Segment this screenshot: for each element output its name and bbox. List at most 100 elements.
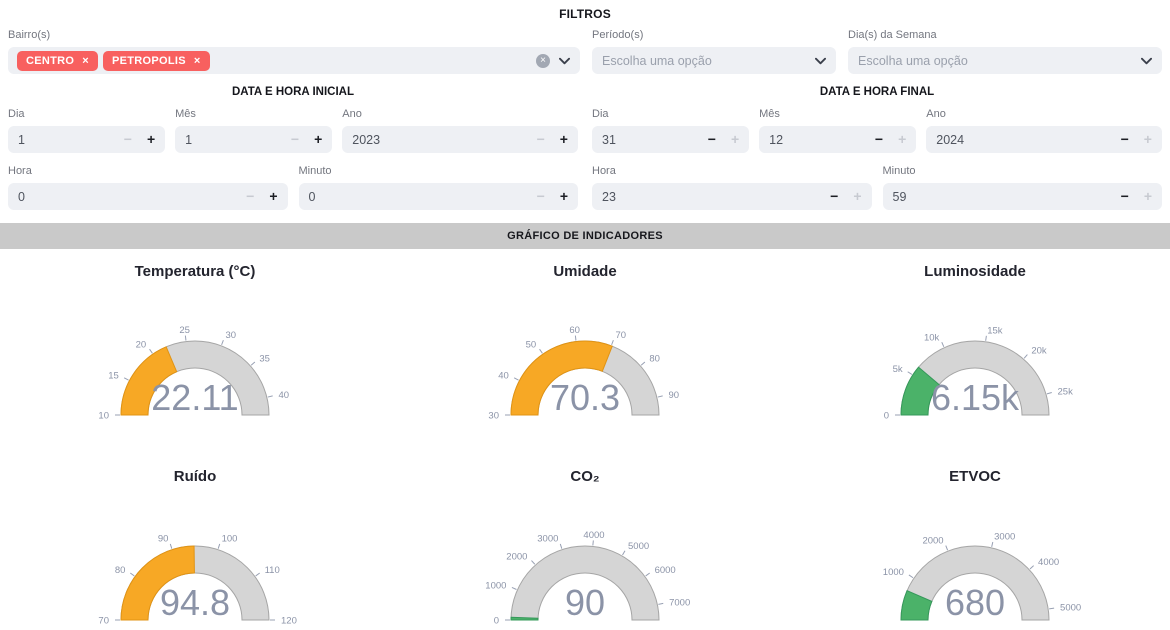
periodo-placeholder: Escolha uma opção [602,54,815,68]
increment-button[interactable]: + [1144,126,1152,153]
field-value: 59 [893,190,907,204]
gauge-umidade: Umidade 3040506070809070.3 [390,263,780,424]
increment-button[interactable]: + [147,126,155,153]
increment-button[interactable]: + [853,183,861,210]
increment-button[interactable]: + [898,126,906,153]
gauge-tick-label: 1000 [485,581,506,592]
field-label: Minuto [883,165,1163,177]
mes-inicial-input[interactable]: 1 −+ [175,126,332,153]
ano-final-input[interactable]: 2024 −+ [926,126,1162,153]
gauge-title: Umidade [553,263,616,280]
field-label: Hora [8,165,288,177]
gauge-tick-label: 90 [158,534,169,545]
decrement-button[interactable]: − [246,183,254,210]
gauge-tick-label: 1000 [883,567,904,578]
minuto-final-input[interactable]: 59 −+ [883,183,1163,210]
gauge-tick-label: 10 [98,411,109,422]
hora-inicial-input[interactable]: 0 −+ [8,183,288,210]
chevron-down-icon[interactable] [1141,57,1152,65]
gauge-tick-label: 110 [265,565,280,576]
increment-button[interactable]: + [1144,183,1152,210]
hora-final-input[interactable]: 23 −+ [592,183,872,210]
increment-button[interactable]: + [560,183,568,210]
clear-selection-icon[interactable]: × [536,54,550,68]
dia-inicial-input[interactable]: 1 −+ [8,126,165,153]
gauge-ru-do: Ruído70809010011012094.8 [0,468,390,629]
selected-tag: CENTRO× [17,51,98,71]
gauge-tick-label: 20k [1031,346,1047,357]
minuto-inicial-input[interactable]: 0 −+ [299,183,579,210]
remove-tag-icon[interactable]: × [194,55,201,67]
increment-button[interactable]: + [314,126,322,153]
mes-inicial-field: Mês 1 −+ [175,108,332,153]
gauge-title: Ruído [174,468,217,485]
field-label: Ano [342,108,578,120]
gauge-tick-label: 90 [669,390,680,401]
filters-title: FILTROS [0,0,1170,21]
decrement-button[interactable]: − [1121,126,1129,153]
field-value: 23 [602,190,616,204]
decrement-button[interactable]: − [537,183,545,210]
dashboard: FILTROS Bairro(s) CENTRO×PETROPOLIS× × P… [0,0,1170,630]
gauge-luminosidade: Luminosidade05k10k15k20k25k6.15k [780,263,1170,424]
gauge-tick-label: 15 [108,371,119,382]
decrement-button[interactable]: − [537,126,545,153]
gauge-tick-label: 25 [179,325,190,336]
decrement-button[interactable]: − [708,126,716,153]
field-value: 0 [309,190,316,204]
gauge-tick-label: 4000 [583,530,604,541]
periodo-select[interactable]: Escolha uma opção [592,47,836,74]
filters-row: Bairro(s) CENTRO×PETROPOLIS× × Período(s… [0,29,1170,74]
gauge-temperatura-c: Temperatura (°C)1015202530354022.11 [0,263,390,424]
remove-tag-icon[interactable]: × [82,55,89,67]
field-value: 2023 [352,133,380,147]
field-value: 0 [18,190,25,204]
gauge-tick-label: 15k [987,325,1003,336]
field-label: Mês [759,108,916,120]
bairro-filter: Bairro(s) CENTRO×PETROPOLIS× × [8,29,580,74]
datetime-final: DATA E HORA FINAL Dia 31 −+ Mês 12 −+ [592,86,1162,210]
bairro-tags: CENTRO×PETROPOLIS× [12,51,536,71]
decrement-button[interactable]: − [830,183,838,210]
dia-semana-placeholder: Escolha uma opção [858,54,1141,68]
dia-semana-label: Dia(s) da Semana [848,29,1162,41]
bairro-label: Bairro(s) [8,29,580,41]
dia-inicial-field: Dia 1 −+ [8,108,165,153]
gauge-tick-label: 40 [279,390,290,401]
datetime-section: DATA E HORA INICIAL Dia 1 −+ Mês 1 −+ [0,86,1170,210]
ano-inicial-field: Ano 2023 −+ [342,108,578,153]
hora-inicial-field: Hora 0 −+ [8,165,288,210]
gauge-title: Temperatura (°C) [135,263,256,280]
decrement-button[interactable]: − [875,126,883,153]
gauge-title: Luminosidade [924,263,1026,280]
selected-tag: PETROPOLIS× [103,51,210,71]
increment-button[interactable]: + [731,126,739,153]
periodo-filter: Período(s) Escolha uma opção [592,29,836,74]
field-label: Mês [175,108,332,120]
increment-button[interactable]: + [560,126,568,153]
gauge-tick-label: 3000 [994,532,1015,543]
decrement-button[interactable]: − [124,126,132,153]
ano-final-field: Ano 2024 −+ [926,108,1162,153]
gauge-value: 6.15k [931,377,1020,418]
ano-inicial-input[interactable]: 2023 −+ [342,126,578,153]
decrement-button[interactable]: − [1121,183,1129,210]
dia-semana-select[interactable]: Escolha uma opção [848,47,1162,74]
increment-button[interactable]: + [269,183,277,210]
mes-final-input[interactable]: 12 −+ [759,126,916,153]
bairro-multiselect[interactable]: CENTRO×PETROPOLIS× × [8,47,580,74]
dia-final-input[interactable]: 31 −+ [592,126,749,153]
gauge-tick-label: 0 [884,411,889,422]
gauge-chart: 05k10k15k20k25k6.15k [845,288,1105,424]
gauge-value: 94.8 [160,582,230,623]
decrement-button[interactable]: − [291,126,299,153]
datetime-initial-title: DATA E HORA INICIAL [8,86,578,98]
gauge-tick-label: 2000 [506,552,527,563]
gauge-chart: 3040506070809070.3 [455,288,715,424]
datetime-initial: DATA E HORA INICIAL Dia 1 −+ Mês 1 −+ [8,86,578,210]
gauge-tick-label: 100 [222,534,238,545]
gauge-tick-label: 6000 [655,565,676,576]
chevron-down-icon[interactable] [559,57,570,65]
chevron-down-icon[interactable] [815,57,826,65]
dia-semana-filter: Dia(s) da Semana Escolha uma opção [848,29,1162,74]
